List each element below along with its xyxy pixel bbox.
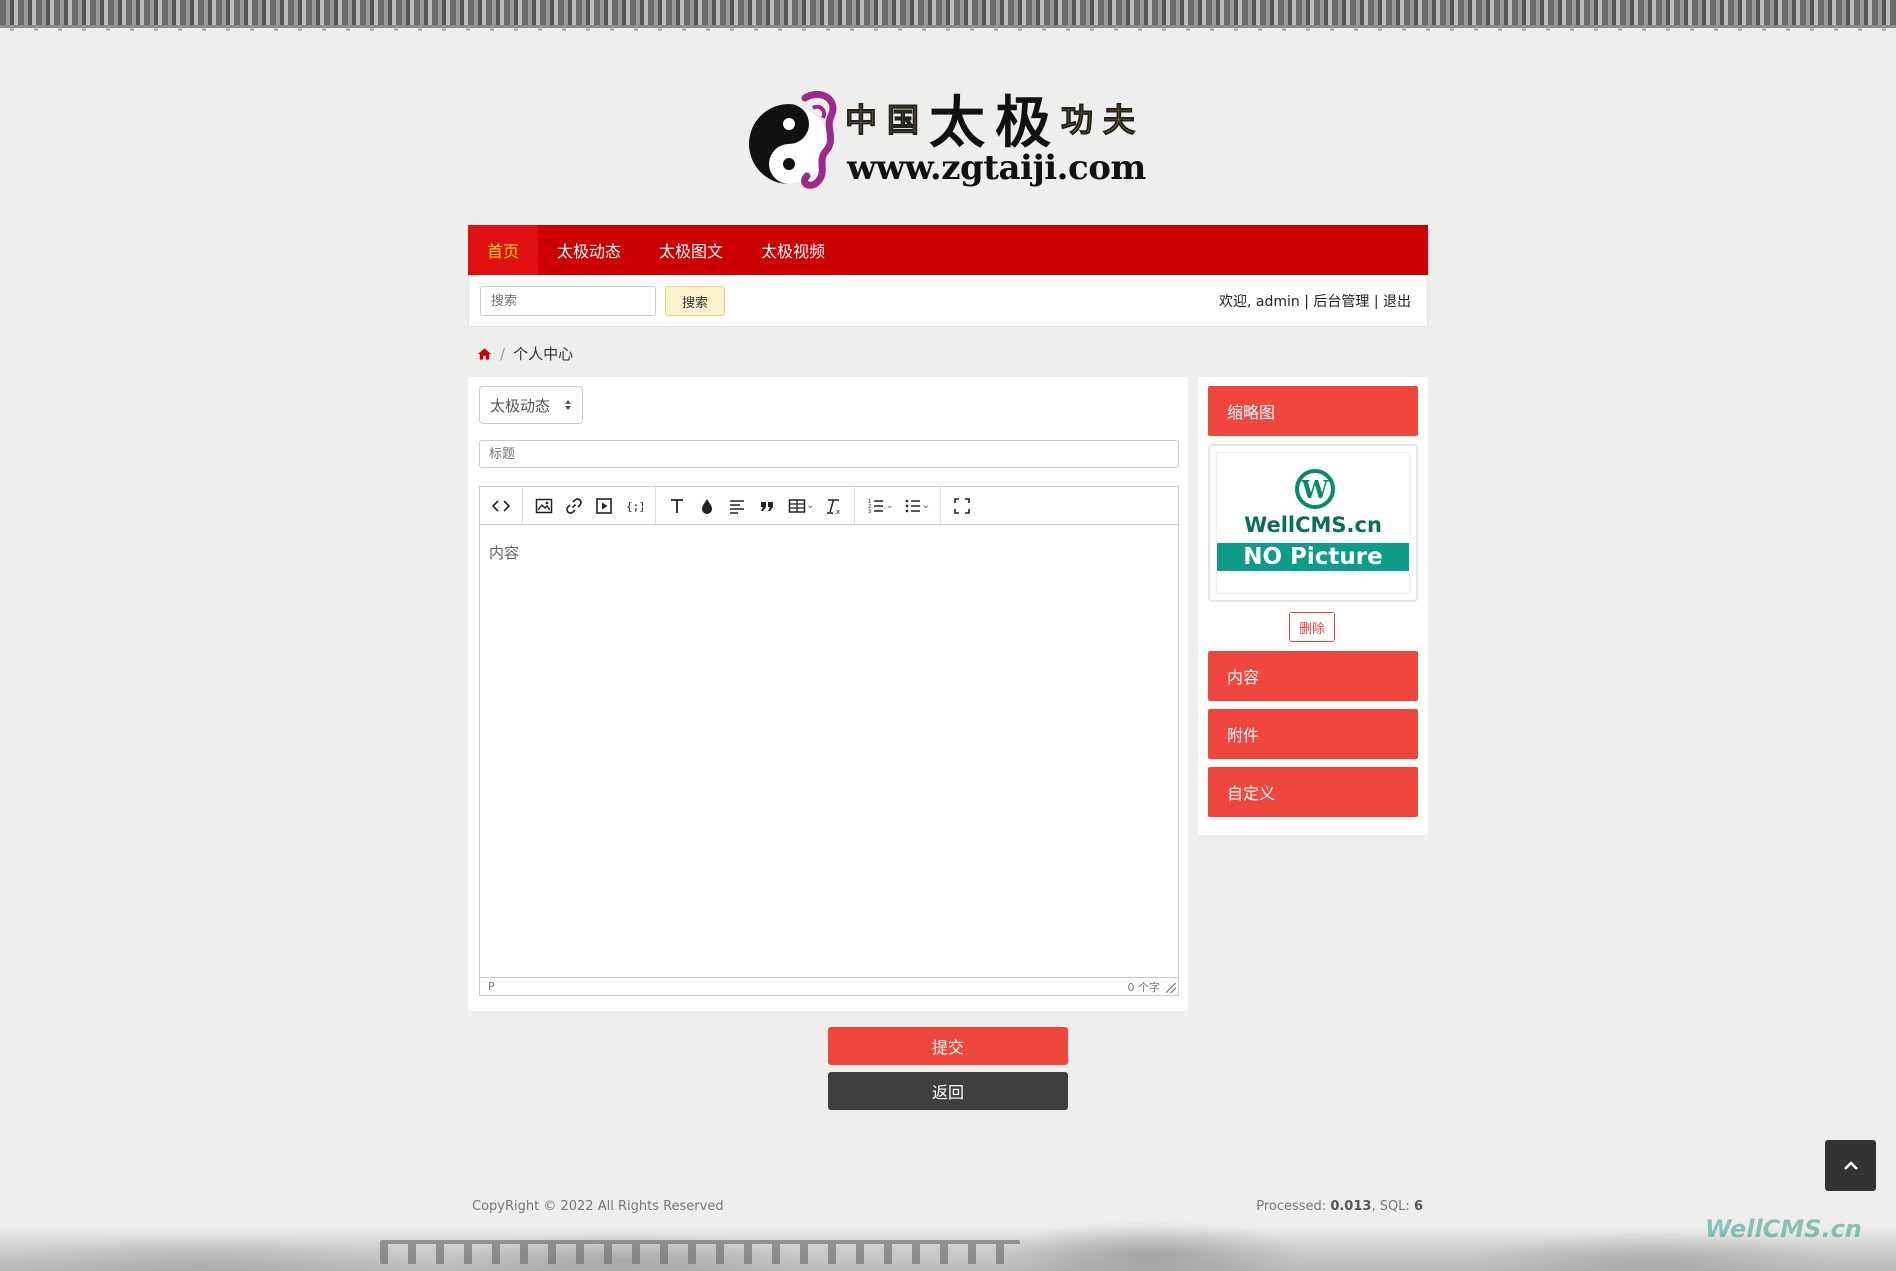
logo-url: www.zgtaiji.com (847, 148, 1146, 188)
thumbnail-image: W WellCMS.cn NO Picture (1216, 452, 1410, 594)
svg-text:x: x (836, 508, 840, 515)
chevron-down-icon[interactable]: ⌄ (885, 500, 893, 511)
nav-item-home[interactable]: 首页 (468, 225, 539, 275)
search-input[interactable] (480, 286, 656, 316)
thumbnail-brand-text: WellCMS.cn (1244, 513, 1382, 537)
attachment-section-button[interactable]: 附件 (1208, 709, 1418, 759)
thumbnail-section-button[interactable]: 缩略图 (1208, 386, 1418, 436)
logo-char: 太 (929, 89, 986, 156)
logo-char: 夫 (1103, 101, 1136, 140)
sql-label: , SQL: (1371, 1199, 1410, 1214)
footer-bridge-decoration (380, 1240, 1020, 1264)
blockquote-icon[interactable] (752, 491, 782, 521)
breadcrumb-current: 个人中心 (513, 345, 574, 363)
sql-value: 6 (1413, 1199, 1423, 1214)
processed-label: Processed: (1256, 1199, 1327, 1214)
delete-thumbnail-button[interactable]: 删除 (1289, 612, 1335, 642)
fullscreen-icon[interactable] (947, 491, 977, 521)
chevron-down-icon[interactable]: ⌄ (922, 500, 930, 511)
font-size-icon[interactable] (662, 491, 692, 521)
search-user-bar: 搜索 欢迎, admin | 后台管理 | 退出 (468, 275, 1428, 327)
link-icon[interactable] (559, 491, 589, 521)
title-input[interactable] (479, 440, 1179, 468)
clear-format-icon[interactable]: x (818, 491, 848, 521)
video-icon[interactable] (589, 491, 619, 521)
wellcms-logo-icon: W (1295, 469, 1335, 509)
code-block-icon[interactable]: {;} (619, 491, 649, 521)
svg-text:{;}: {;} (626, 500, 643, 513)
logo-char: 功 (1061, 101, 1094, 140)
main-nav: 首页 太极动态 太极图文 太极视频 (468, 225, 1428, 275)
custom-section-button[interactable]: 自定义 (1208, 767, 1418, 817)
separator: | (1373, 294, 1379, 310)
content-placeholder: 内容 (489, 544, 520, 562)
breadcrumb-separator: / (500, 344, 506, 363)
taiji-emblem-icon (749, 90, 837, 189)
source-code-icon[interactable] (486, 491, 516, 521)
processed-stats: Processed: 0.013, SQL: 6 (1256, 1199, 1423, 1214)
copyright-text: CopyRight © 2022 All Rights Reserved (472, 1199, 724, 1214)
logo-char: 极 (995, 89, 1052, 156)
chevron-down-icon[interactable]: ⌄ (806, 500, 814, 511)
nav-item-taiji-videos[interactable]: 太极视频 (742, 225, 844, 275)
processed-value: 0.013 (1330, 1199, 1372, 1214)
align-icon[interactable] (722, 491, 752, 521)
admin-link[interactable]: 后台管理 (1313, 294, 1369, 310)
chevron-up-icon (1843, 1160, 1858, 1170)
category-select[interactable]: 太极动态 (479, 386, 583, 424)
element-path: P (488, 980, 495, 993)
editor-toolbar: {;} ⌄ (480, 487, 1178, 525)
editor-content-area[interactable]: 内容 (480, 526, 1178, 970)
back-button[interactable]: 返回 (828, 1072, 1068, 1110)
side-options-panel: 缩略图 W WellCMS.cn NO Picture 删除 内容 附件 自定义 (1198, 377, 1428, 835)
logo-char: 中 (844, 101, 878, 140)
content-section-button[interactable]: 内容 (1208, 651, 1418, 701)
submit-button[interactable]: 提交 (828, 1027, 1068, 1065)
image-icon[interactable] (529, 491, 559, 521)
logout-link[interactable]: 退出 (1383, 294, 1411, 310)
wellcms-watermark: WellCMS.cn (1705, 1215, 1862, 1243)
nav-item-taiji-news[interactable]: 太极动态 (538, 225, 640, 275)
thumbnail-upload-box[interactable]: W WellCMS.cn NO Picture (1208, 444, 1418, 602)
user-links: 欢迎, admin | 后台管理 | 退出 (1219, 291, 1411, 311)
category-selected-value: 太极动态 (490, 396, 551, 415)
site-logo[interactable]: 中 国 太 极 功 夫 www.zgtaiji.com (745, 84, 1150, 194)
separator: | (1304, 294, 1309, 310)
svg-text:3: 3 (868, 509, 871, 515)
home-icon[interactable] (477, 347, 492, 361)
thumbnail-no-picture-text: NO Picture (1217, 543, 1409, 571)
welcome-text: 欢迎, admin (1218, 294, 1300, 310)
logo-char: 国 (887, 101, 920, 140)
breadcrumb: / 个人中心 (477, 343, 573, 364)
search-button[interactable]: 搜索 (665, 286, 725, 316)
text-color-icon[interactable] (692, 491, 722, 521)
word-count: 0 个字 (1127, 980, 1161, 994)
editor-statusbar: P 0 个字 (480, 977, 1178, 995)
top-decorative-border (0, 0, 1896, 31)
rich-text-editor: {;} ⌄ (479, 486, 1179, 996)
back-to-top-button[interactable] (1825, 1140, 1876, 1191)
nav-item-taiji-articles[interactable]: 太极图文 (640, 225, 742, 275)
resize-handle-icon[interactable] (1166, 983, 1176, 993)
post-editor-panel: 太极动态 {;} (468, 377, 1188, 1011)
sort-caret-icon (565, 400, 571, 410)
